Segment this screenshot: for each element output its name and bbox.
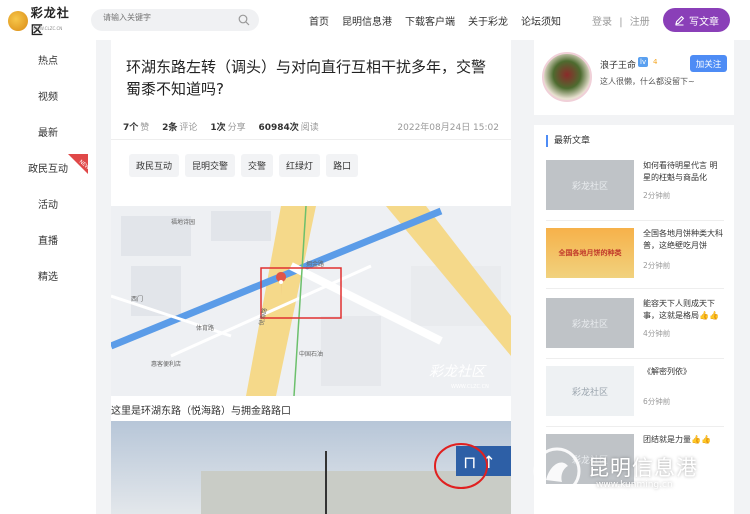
list-item[interactable]: 彩龙社区 如何看待明星代言 明星的枉魁与商品化 2分钟前	[546, 160, 725, 221]
kunming-logo-icon	[533, 447, 581, 495]
article-link[interactable]: 如何看待明星代言 明星的枉魁与商品化	[643, 160, 725, 184]
search-icon[interactable]	[238, 14, 250, 26]
street-photo-graphic: ⊓ ↑	[111, 421, 511, 514]
list-item[interactable]: 彩龙社区 《解密列依》 6分钟前	[546, 366, 725, 427]
author-name[interactable]: 浪子王命	[600, 58, 636, 71]
svg-text:WWW.CLZC.CN: WWW.CLZC.CN	[451, 384, 489, 390]
map-image: 拥金路 悦海路 西门 中国石油 体育路 惠客便利店 福地诗园 彩龙社区 WWW.…	[111, 206, 511, 396]
svg-text:拥金路: 拥金路	[306, 260, 324, 268]
sidebar-item-label: 政民互动	[28, 164, 68, 175]
level-number: 4	[653, 58, 658, 66]
article-panel: 环湖东路左转（调头）与对向直行互相干扰多年，交警蜀黍不知道吗? 7个赞 2条 评论…	[111, 40, 511, 514]
publish-date: 2022年08月24日 15:02	[397, 123, 499, 133]
level-badge: lv	[638, 57, 649, 67]
share-stat[interactable]: 1次 分享	[210, 123, 245, 133]
auth-links: 登录 | 注册	[592, 13, 654, 28]
article-link[interactable]: 《解密列依》	[643, 366, 725, 378]
sidebar-item-featured[interactable]: 精选	[0, 268, 96, 283]
tag-chip[interactable]: 路口	[326, 154, 359, 177]
main-nav: 首页 昆明信息港 下载客户端 关于彩龙 论坛须知	[309, 13, 574, 28]
article-thumbnail[interactable]: 全国各地月饼的种类	[546, 228, 634, 278]
avatar[interactable]	[542, 52, 592, 102]
svg-text:福地诗园: 福地诗园	[171, 218, 195, 226]
latest-articles-title: 最新文章	[546, 135, 590, 147]
login-link[interactable]: 登录	[592, 17, 612, 28]
write-article-button[interactable]: 写文章	[663, 8, 730, 32]
brand-name: 昆明信息港	[588, 456, 698, 480]
svg-text:西门: 西门	[131, 295, 143, 303]
article-link[interactable]: 能容天下人则成天下事，这就是格局👍👍	[643, 298, 725, 322]
tag-chip[interactable]: 红绿灯	[279, 154, 321, 177]
svg-text:彩龙社区: 彩龙社区	[429, 364, 487, 380]
tag-chip[interactable]: 昆明交警	[185, 154, 236, 177]
divider	[546, 220, 724, 221]
list-item[interactable]: 彩龙社区 能容天下人则成天下事，这就是格局👍👍 4分钟前	[546, 298, 725, 359]
read-stat: 60984次 阅读	[258, 123, 319, 133]
tag-list: 政民互动 昆明交警 交警 红绿灯 路口	[129, 154, 364, 177]
sidebar-item-hot[interactable]: 热点	[0, 52, 96, 67]
write-article-label: 写文章	[689, 16, 719, 28]
nav-home[interactable]: 首页	[309, 13, 329, 28]
svg-text:体育路: 体育路	[196, 324, 214, 332]
new-badge-icon: NEW	[68, 154, 88, 174]
article-time: 4分钟前	[643, 329, 671, 338]
auth-divider: |	[619, 17, 623, 28]
street-photo: ⊓ ↑	[111, 421, 511, 514]
nav-forum-rules[interactable]: 论坛须知	[521, 13, 561, 28]
nav-about[interactable]: 关于彩龙	[468, 13, 508, 28]
site-logo[interactable]: 彩龙社区 WWW.CLZC.CN	[8, 6, 82, 37]
article-title: 环湖东路左转（调头）与对向直行互相干扰多年，交警蜀黍不知道吗?	[126, 58, 487, 98]
sidebar-item-activity[interactable]: 活动	[0, 196, 96, 211]
map-graphic: 拥金路 悦海路 西门 中国石油 体育路 惠客便利店 福地诗园 彩龙社区 WWW.…	[111, 206, 511, 396]
like-stat[interactable]: 7个赞	[123, 123, 149, 133]
comment-stat[interactable]: 2条 评论	[162, 123, 197, 133]
svg-text:中国石油: 中国石油	[299, 350, 323, 358]
article-time: 2分钟前	[643, 191, 671, 200]
brand-url: www.kunming.cn	[596, 480, 673, 490]
article-time: 2分钟前	[643, 261, 671, 270]
author-bio: 这人很懒，什么都没留下~	[600, 77, 695, 86]
sidebar-item-live[interactable]: 直播	[0, 232, 96, 247]
search-input[interactable]	[103, 13, 233, 22]
dragon-logo-icon	[8, 11, 28, 31]
logo-text: 彩龙社区	[30, 6, 70, 37]
sidebar-item-video[interactable]: 视频	[0, 88, 96, 103]
divider	[546, 288, 724, 289]
pen-icon	[675, 15, 685, 25]
article-time: 6分钟前	[643, 397, 671, 406]
top-bar: 彩龙社区 WWW.CLZC.CN 首页 昆明信息港 下载客户端 关于彩龙 论坛须…	[0, 0, 750, 40]
logo-subtext: WWW.CLZC.CN	[32, 26, 63, 31]
article-thumbnail[interactable]: 彩龙社区	[546, 298, 634, 348]
nav-download-client[interactable]: 下载客户端	[405, 13, 455, 28]
divider	[546, 358, 724, 359]
tag-chip[interactable]: 政民互动	[129, 154, 180, 177]
nav-kunming-info[interactable]: 昆明信息港	[342, 13, 392, 28]
author-card: 浪子王命 lv 4 加关注 这人很懒，什么都没留下~	[534, 40, 734, 115]
list-item[interactable]: 全国各地月饼的种类 全国各地月饼种类大科普，这绝壁吃月饼 2分钟前	[546, 228, 725, 289]
stats-divider	[111, 139, 511, 140]
tag-chip[interactable]: 交警	[241, 154, 274, 177]
register-link[interactable]: 注册	[630, 17, 650, 28]
article-link[interactable]: 全国各地月饼种类大科普，这绝壁吃月饼	[643, 228, 725, 252]
sidebar-item-latest[interactable]: 最新	[0, 124, 96, 139]
article-thumbnail[interactable]: 彩龙社区	[546, 160, 634, 210]
left-sidebar: 热点 视频 最新 政民互动 NEW 活动 直播 精选	[0, 40, 96, 514]
kunming-info-watermark: 昆明信息港 www.kunming.cn	[530, 440, 745, 500]
image-caption: 这里是环湖东路（悦海路）与拥金路路口	[111, 406, 291, 417]
article-thumbnail[interactable]: 彩龙社区	[546, 366, 634, 416]
search-box	[91, 9, 259, 31]
svg-text:惠客便利店: 惠客便利店	[151, 360, 181, 368]
article-stats: 7个赞 2条 评论 1次 分享 60984次 阅读 2022年08月24日 15:02	[123, 120, 499, 133]
sidebar-item-gov-interaction[interactable]: 政民互动 NEW	[0, 154, 96, 175]
divider	[546, 426, 724, 427]
svg-text:⊓ ↑: ⊓ ↑	[463, 453, 496, 473]
follow-button[interactable]: 加关注	[690, 55, 727, 72]
